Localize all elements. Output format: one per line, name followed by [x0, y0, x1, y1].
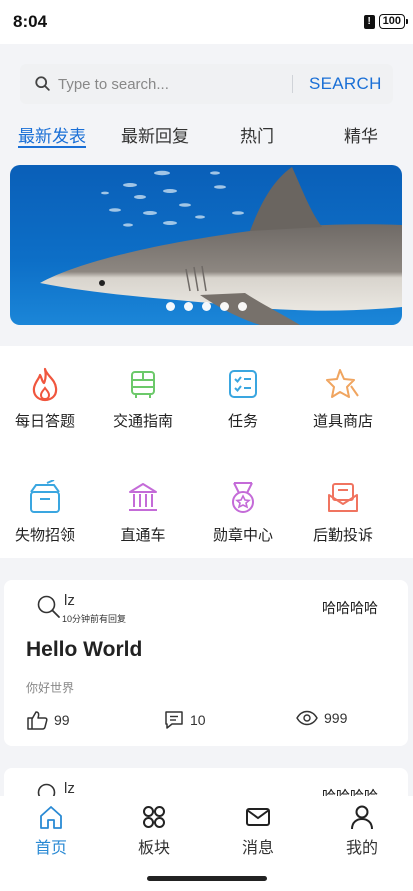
- search-button[interactable]: SEARCH: [309, 74, 382, 94]
- grid-label: 直通车: [120, 527, 166, 544]
- like-stat[interactable]: 99: [26, 710, 70, 730]
- grid-item-item-shop[interactable]: 道具商店: [293, 366, 393, 431]
- search-bar: SEARCH: [20, 64, 393, 104]
- alert-icon: !: [363, 14, 375, 29]
- grid-label: 交通指南: [112, 413, 173, 430]
- home-indicator[interactable]: [147, 876, 267, 881]
- bank-icon: [129, 483, 157, 511]
- grid-label: 后勤投诉: [312, 527, 373, 544]
- post-tag: 哈哈哈哈: [322, 600, 378, 616]
- tab-hot[interactable]: 热门: [240, 122, 274, 147]
- post-card[interactable]: lz 10分钟前有回复 哈哈哈哈 Hello World 你好世界 99 10 …: [4, 580, 408, 746]
- mail-icon: [328, 483, 358, 512]
- grid-item-tasks[interactable]: 任务: [193, 366, 293, 431]
- tab-latest-replies[interactable]: 最新回复: [121, 122, 189, 147]
- grid-label: 失物招领: [14, 527, 75, 544]
- post-title[interactable]: Hello World: [26, 638, 142, 662]
- search-icon: [35, 76, 50, 91]
- grid-label: 每日答题: [14, 413, 75, 430]
- nav-home[interactable]: 首页: [11, 804, 91, 858]
- thumbs-up-icon: [27, 711, 48, 730]
- box-icon: [30, 480, 60, 513]
- grid-item-daily-quiz[interactable]: 每日答题: [0, 366, 95, 431]
- carousel-dot[interactable]: [237, 302, 247, 311]
- banner-image: [10, 165, 402, 325]
- tab-featured[interactable]: 精华: [344, 122, 378, 147]
- grid-label: 道具商店: [312, 413, 373, 430]
- nav-sections[interactable]: 板块: [114, 804, 194, 858]
- post-author[interactable]: lz: [64, 592, 75, 609]
- nav-profile[interactable]: 我的: [322, 804, 402, 858]
- carousel-dot[interactable]: [201, 302, 211, 311]
- eye-icon: [296, 710, 318, 726]
- nav-label: 首页: [34, 840, 67, 857]
- tab-active-indicator: [18, 146, 86, 148]
- home-icon: [40, 806, 62, 829]
- user-icon: [351, 805, 373, 830]
- comment-icon: [165, 711, 183, 729]
- comment-count: 10: [190, 712, 206, 728]
- post-description: 你好世界: [26, 681, 75, 695]
- grid-item-express[interactable]: 直通车: [93, 480, 193, 545]
- view-stat: 999: [296, 710, 347, 726]
- grid-label: 任务: [227, 413, 258, 430]
- checklist-icon: [229, 370, 257, 398]
- bus-icon: [131, 371, 155, 398]
- grid-item-lost-found[interactable]: 失物招领: [0, 480, 95, 545]
- avatar-search-icon: [37, 595, 60, 618]
- battery-level: 100: [382, 15, 401, 27]
- carousel-dot[interactable]: [219, 302, 229, 311]
- post-author[interactable]: lz: [64, 780, 75, 797]
- carousel-dot[interactable]: [165, 302, 175, 311]
- grid-icon: [143, 806, 165, 828]
- search-input[interactable]: [58, 75, 278, 93]
- grid-item-logistics-complaint[interactable]: 后勤投诉: [293, 480, 393, 545]
- nav-label: 消息: [241, 840, 274, 857]
- carousel-dots: [10, 302, 402, 311]
- status-time: 8:04: [13, 12, 48, 31]
- flame-icon: [32, 367, 58, 402]
- nav-label: 板块: [137, 840, 170, 857]
- tab-latest-posts[interactable]: 最新发表: [18, 122, 86, 147]
- view-count: 999: [324, 710, 348, 726]
- feature-grid: 每日答题 交通指南 任务 道具商店 失物招领 直通车 勋章中心 后勤投诉: [0, 346, 413, 558]
- grid-item-medal-center[interactable]: 勋章中心: [193, 480, 293, 545]
- status-icons: ! 100: [363, 14, 409, 29]
- carousel-dot[interactable]: [183, 302, 193, 311]
- nav-label: 我的: [345, 840, 378, 857]
- like-count: 99: [54, 712, 70, 728]
- banner-carousel[interactable]: [10, 165, 402, 325]
- nav-messages[interactable]: 消息: [218, 804, 298, 858]
- post-reply-time: 10分钟前有回复: [62, 614, 127, 624]
- status-bar: 8:04 ! 100: [0, 0, 413, 44]
- battery-icon: 100: [378, 14, 409, 29]
- envelope-icon: [246, 808, 270, 826]
- medal-icon: [232, 482, 254, 513]
- star-icon: [326, 369, 359, 398]
- grid-label: 勋章中心: [212, 527, 273, 544]
- grid-item-traffic-guide[interactable]: 交通指南: [93, 366, 193, 431]
- search-divider: [292, 75, 293, 93]
- comment-stat[interactable]: 10: [164, 710, 206, 730]
